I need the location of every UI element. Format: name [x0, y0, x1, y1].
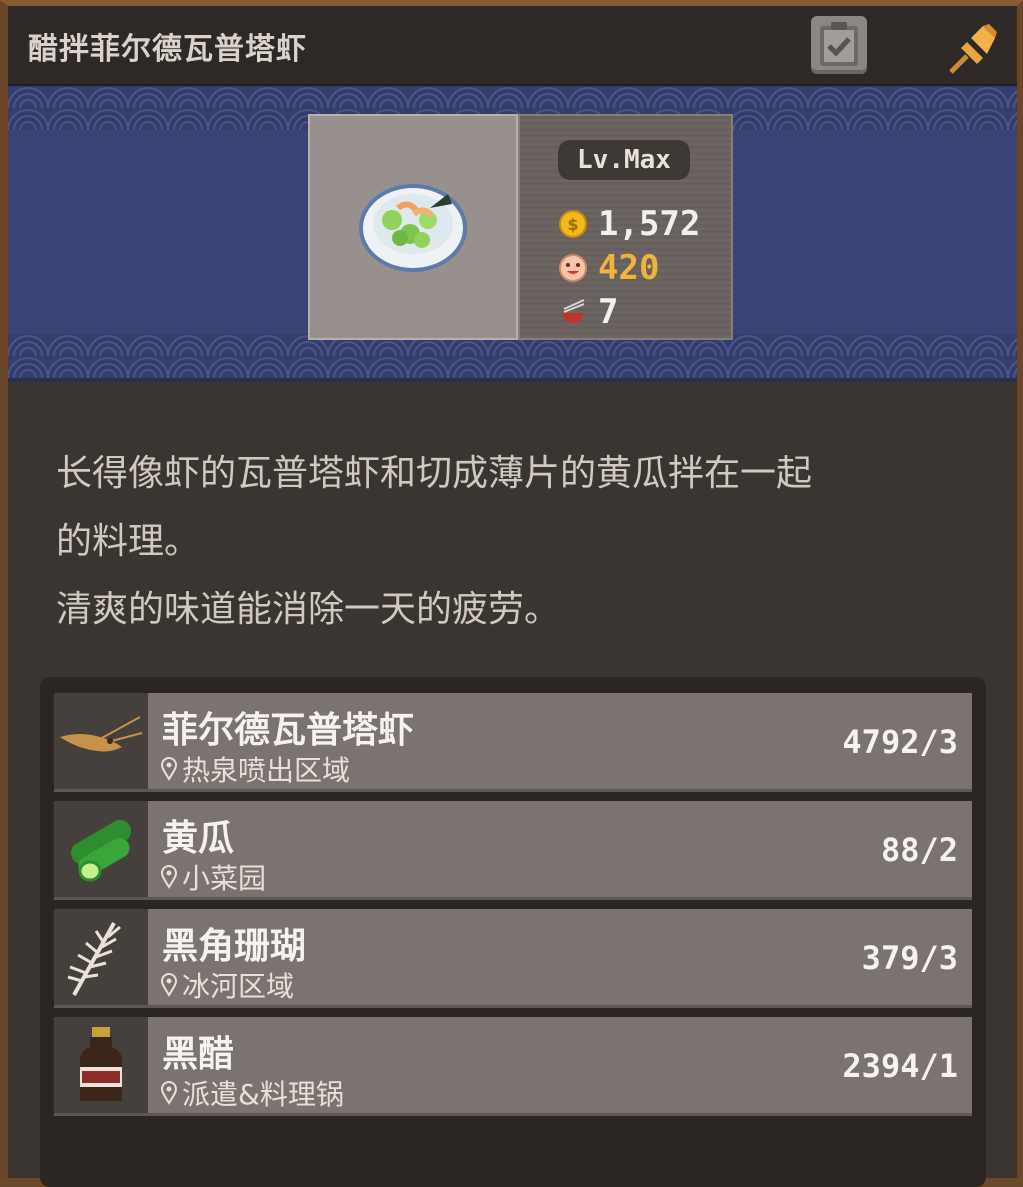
ingredient-location: 小菜园: [160, 857, 266, 897]
coral-icon: [67, 922, 121, 996]
ingredient-thumb: [54, 1017, 148, 1113]
shrimp-icon: [60, 716, 143, 752]
page-title: 醋拌菲尔德瓦普塔虾: [28, 32, 307, 67]
ingredient-name: 黄瓜: [162, 818, 235, 859]
price-value: 1,572: [598, 204, 701, 244]
ingredient-thumb: [54, 909, 148, 1005]
servings-row: 7: [558, 292, 618, 332]
price-row: $ 1,572: [558, 204, 700, 244]
clipboard-check-icon: [820, 22, 858, 66]
level-badge: Lv.Max: [558, 140, 690, 180]
dish-stats: Lv.Max $ 1,572 420 7: [518, 114, 733, 340]
location-pin-icon: [160, 757, 178, 781]
svg-text:$: $: [567, 215, 578, 234]
servings-value: 7: [598, 292, 619, 332]
ingredient-count: 88/2: [880, 831, 958, 869]
ingredient-list: 菲尔德瓦普塔虾 热泉喷出区域 4792/3 黄瓜 小菜园 88/2 黑角珊瑚 冰…: [40, 677, 986, 1187]
pin-button[interactable]: [943, 18, 999, 78]
ingredient-name: 菲尔德瓦普塔虾: [162, 710, 415, 751]
ingredient-location-text: 冰河区域: [182, 970, 295, 1003]
ingredient-row[interactable]: 菲尔德瓦普塔虾 热泉喷出区域 4792/3: [54, 693, 972, 789]
ingredient-location-text: 热泉喷出区域: [182, 754, 351, 787]
location-pin-icon: [160, 865, 178, 889]
location-pin-icon: [160, 973, 178, 997]
tasty-face-icon: [559, 254, 587, 282]
ingredient-location: 热泉喷出区域: [160, 749, 350, 789]
cucumber-icon: [70, 820, 132, 882]
coin-icon: $: [559, 210, 587, 238]
taste-row: 420: [558, 248, 659, 288]
ingredient-location: 派遣&料理锅: [160, 1073, 344, 1113]
ingredient-thumb: [54, 693, 148, 789]
ingredient-row[interactable]: 黑醋 派遣&料理锅 2394/1: [54, 1017, 972, 1113]
ingredient-count: 2394/1: [842, 1047, 958, 1085]
pushpin-icon: [949, 24, 997, 74]
taste-value: 420: [598, 248, 660, 288]
ingredient-count: 4792/3: [842, 723, 958, 761]
vinegar-bottle-icon: [80, 1027, 122, 1101]
description-line: 长得像虾的瓦普塔虾和切成薄片的黄瓜拌在一起: [56, 453, 813, 494]
description-line: 清爽的味道能消除一天的疲劳。: [56, 589, 561, 630]
checklist-button[interactable]: [811, 16, 867, 74]
bowl-chopsticks-icon: [562, 299, 585, 323]
description-line: 的料理。: [56, 521, 201, 562]
ingredient-name: 黑醋: [162, 1034, 235, 1075]
ingredient-location-text: 小菜园: [182, 862, 267, 895]
shrimp-cucumber-salad-icon: [359, 184, 467, 272]
location-pin-icon: [160, 1081, 178, 1105]
ingredient-thumb: [54, 801, 148, 897]
ingredient-row[interactable]: 黑角珊瑚 冰河区域 379/3: [54, 909, 972, 1005]
ingredient-name: 黑角珊瑚: [162, 926, 307, 967]
dish-banner: Lv.Max $ 1,572 420 7: [8, 86, 1017, 382]
ingredient-count: 379/3: [861, 939, 958, 977]
ingredient-location-text: 派遣&料理锅: [182, 1078, 344, 1111]
dish-description: 长得像虾的瓦普塔虾和切成薄片的黄瓜拌在一起 的料理。 清爽的味道能消除一天的疲劳…: [56, 440, 966, 644]
title-bar: 醋拌菲尔德瓦普塔虾: [8, 6, 1017, 88]
dish-image: [308, 114, 518, 340]
ingredient-location: 冰河区域: [160, 965, 294, 1005]
ingredient-row[interactable]: 黄瓜 小菜园 88/2: [54, 801, 972, 897]
